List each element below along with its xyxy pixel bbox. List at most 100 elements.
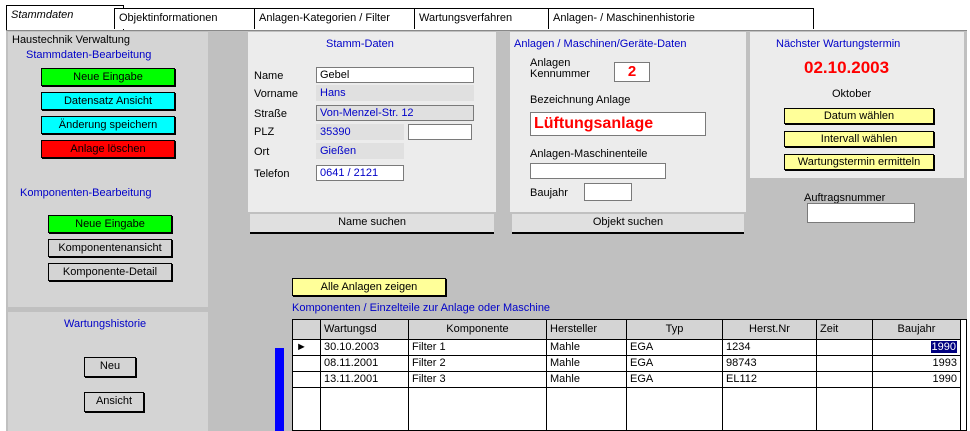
row-selector[interactable]: ► <box>293 340 321 356</box>
tab-anlagenhistorie[interactable]: Anlagen- / Maschinenhistorie <box>548 8 814 29</box>
table-cell[interactable]: 08.11.2001 <box>321 356 409 372</box>
section-title-komponenten: Komponenten-Bearbeitung <box>20 187 152 199</box>
component-detail-button[interactable]: Komponente-Detail <box>48 263 172 281</box>
wartung-date: 02.10.2003 <box>804 58 890 77</box>
name-field[interactable]: Gebel <box>316 67 474 83</box>
empty-row <box>817 388 873 430</box>
vorname-label: Vorname <box>254 88 299 100</box>
row-selector[interactable] <box>293 356 321 372</box>
selected-cell[interactable]: 1990 <box>930 341 957 353</box>
table-cell[interactable]: Mahle <box>547 340 627 356</box>
col-header-herstnr[interactable]: Herst.Nr <box>723 320 817 340</box>
wartung-panel: Nächster Wartungstermin 02.10.2003 Oktob… <box>750 32 964 178</box>
row-selector[interactable] <box>293 372 321 388</box>
col-header-typ[interactable]: Typ <box>627 320 723 340</box>
table-cell[interactable]: EGA <box>627 372 723 388</box>
anlagen-panel: Anlagen / Maschinen/Geräte-Daten Anlagen… <box>510 32 746 212</box>
tab-wartungsverfahren[interactable]: Wartungsverfahren <box>414 8 558 29</box>
table-cell[interactable]: 1993 <box>873 356 961 372</box>
wartung-title: Nächster Wartungstermin <box>776 38 901 50</box>
empty-row <box>321 388 409 430</box>
table-cell[interactable]: Filter 1 <box>409 340 547 356</box>
scrollbar[interactable] <box>275 348 284 431</box>
table-cell[interactable]: Mahle <box>547 356 627 372</box>
col-header-zeit[interactable]: Zeit <box>817 320 873 340</box>
ort-extra-field[interactable] <box>408 124 472 140</box>
vorname-field[interactable]: Hans <box>316 85 474 101</box>
col-header-hersteller[interactable]: Hersteller <box>547 320 627 340</box>
table-cell[interactable]: EL112 <box>723 372 817 388</box>
col-header-baujahr[interactable]: Baujahr <box>873 320 961 340</box>
stammdaten-panel: Stamm-Daten Name Gebel Vorname Hans Stra… <box>248 32 496 212</box>
tab-objektinformationen[interactable]: Objektinformationen <box>114 8 264 29</box>
stammdaten-title: Stamm-Daten <box>326 38 394 50</box>
section-title-historie: Wartungshistorie <box>64 318 147 330</box>
baujahr-field[interactable] <box>584 183 632 201</box>
anlagen-nr-label: Anlagen Kennummer <box>530 57 590 80</box>
section-title-verwaltung: Haustechnik Verwaltung <box>12 34 131 46</box>
search-name-button[interactable]: Name suchen <box>250 214 494 234</box>
table-cell[interactable]: EGA <box>627 356 723 372</box>
table-cell[interactable] <box>817 372 873 388</box>
col-header-komponente[interactable]: Komponente <box>409 320 547 340</box>
empty-row <box>547 388 627 430</box>
maschinenteile-label: Anlagen-Maschinenteile <box>530 148 648 160</box>
table-cell[interactable]: Filter 2 <box>409 356 547 372</box>
save-changes-button[interactable]: Änderung speichern <box>41 116 175 134</box>
empty-row <box>627 388 723 430</box>
anlagen-nr-field[interactable]: 2 <box>614 62 650 82</box>
tab-strip: Stammdaten Objektinformationen Anlagen-K… <box>0 0 970 32</box>
left-panel: Haustechnik Verwaltung Stammdaten-Bearbe… <box>8 32 208 307</box>
empty-row <box>293 388 321 430</box>
components-table: Wartungsd Komponente Hersteller Typ Hers… <box>292 319 967 431</box>
bezeichnung-label: Bezeichnung Anlage <box>530 94 631 106</box>
table-cell[interactable]: 1990 <box>873 372 961 388</box>
list-title: Komponenten / Einzelteile zur Anlage ode… <box>292 302 551 314</box>
tab-stammdaten[interactable]: Stammdaten <box>6 5 124 30</box>
history-new-button[interactable]: Neu <box>84 357 136 377</box>
telefon-field[interactable]: 0641 / 2121 <box>316 165 404 181</box>
empty-row <box>723 388 817 430</box>
plz-field[interactable]: 35390 <box>316 124 404 140</box>
table-cell[interactable]: Mahle <box>547 372 627 388</box>
empty-row <box>409 388 547 430</box>
tab-anlagen-kategorien[interactable]: Anlagen-Kategorien / Filter <box>254 8 424 29</box>
ort-field[interactable]: Gießen <box>316 143 404 159</box>
telefon-label: Telefon <box>254 168 290 180</box>
show-all-button[interactable]: Alle Anlagen zeigen <box>292 278 446 296</box>
bezeichnung-field[interactable]: Lüftungsanlage <box>530 112 706 136</box>
table-cell[interactable]: 98743 <box>723 356 817 372</box>
component-view-button[interactable]: Komponentenansicht <box>48 239 172 257</box>
table-cell[interactable] <box>817 340 873 356</box>
anlagen-title: Anlagen / Maschinen/Geräte-Daten <box>514 38 687 50</box>
component-new-button[interactable]: Neue Eingabe <box>48 215 172 233</box>
maschinenteile-field[interactable] <box>530 163 666 179</box>
choose-interval-button[interactable]: Intervall wählen <box>784 131 934 147</box>
new-entry-button[interactable]: Neue Eingabe <box>41 68 175 86</box>
row-selector-header <box>293 320 321 340</box>
table-cell[interactable]: EGA <box>627 340 723 356</box>
plz-label: PLZ <box>254 126 275 138</box>
table-cell[interactable] <box>817 356 873 372</box>
record-view-button[interactable]: Datensatz Ansicht <box>41 92 175 110</box>
auftrag-field[interactable] <box>807 203 915 223</box>
history-panel: Wartungshistorie Neu Ansicht <box>8 312 208 431</box>
calc-date-button[interactable]: Wartungstermin ermitteln <box>784 154 934 170</box>
table-cell[interactable]: 13.11.2001 <box>321 372 409 388</box>
section-title-stammdaten: Stammdaten-Bearbeitung <box>26 49 152 61</box>
history-view-button[interactable]: Ansicht <box>84 392 144 412</box>
ort-label: Ort <box>254 146 270 158</box>
wartung-month: Oktober <box>832 88 872 100</box>
table-cell[interactable]: Filter 3 <box>409 372 547 388</box>
choose-date-button[interactable]: Datum wählen <box>784 108 934 124</box>
col-header-wartung[interactable]: Wartungsd <box>321 320 409 340</box>
search-object-button[interactable]: Objekt suchen <box>512 214 744 234</box>
table-cell[interactable]: 1990 <box>873 340 961 356</box>
table-cell[interactable]: 1234 <box>723 340 817 356</box>
strasse-field[interactable]: Von-Menzel-Str. 12 <box>316 105 474 121</box>
table-cell[interactable]: 30.10.2003 <box>321 340 409 356</box>
delete-record-button[interactable]: Anlage löschen <box>41 140 175 158</box>
empty-row <box>873 388 961 430</box>
name-label: Name <box>254 70 284 82</box>
strasse-label: Straße <box>254 108 288 120</box>
